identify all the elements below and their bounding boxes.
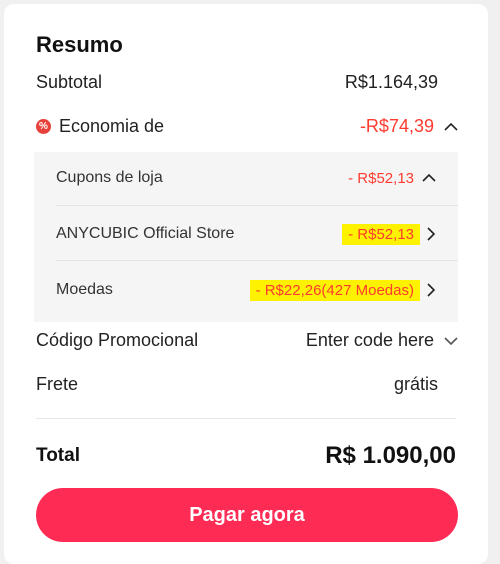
discount-badge-icon: % bbox=[36, 119, 51, 134]
subtotal-label: Subtotal bbox=[36, 72, 103, 92]
total-row: Total R$ 1.090,00 bbox=[36, 442, 456, 470]
chevron-right-icon[interactable] bbox=[426, 283, 436, 297]
frete-row: Frete grátis bbox=[36, 374, 438, 395]
moedas-label: Moedas bbox=[56, 281, 113, 298]
pay-now-button[interactable]: Pagar agora bbox=[36, 488, 458, 542]
breakdown-divider bbox=[56, 205, 458, 206]
promo-input[interactable]: Enter code here bbox=[306, 330, 458, 351]
economia-row[interactable]: % Economia de -R$74,39 bbox=[36, 116, 458, 137]
total-value: R$ 1.090,00 bbox=[325, 442, 456, 469]
economia-value: -R$74,39 bbox=[359, 116, 434, 136]
store-label: ANYCUBIC Official Store bbox=[56, 225, 235, 242]
total-divider bbox=[36, 418, 456, 419]
subtotal-value: R$1.164,39 bbox=[344, 72, 438, 92]
cupons-label: Cupons de loja bbox=[56, 169, 163, 186]
promo-label: Código Promocional bbox=[36, 330, 199, 350]
frete-value: grátis bbox=[393, 374, 438, 394]
economia-left: % Economia de bbox=[36, 116, 164, 137]
order-summary-card: Resumo Subtotal R$1.164,39 % Economia de… bbox=[4, 4, 488, 564]
moedas-value: - R$22,26(427 Moedas) bbox=[249, 279, 420, 301]
subtotal-row: Subtotal R$1.164,39 bbox=[36, 72, 438, 93]
cupons-row[interactable]: Cupons de loja - R$52,13 bbox=[56, 166, 436, 190]
store-coupon-row[interactable]: ANYCUBIC Official Store - R$52,13 bbox=[56, 222, 436, 246]
economia-breakdown-panel: Cupons de loja - R$52,13 ANYCUBIC Offici… bbox=[34, 152, 458, 322]
promo-placeholder[interactable]: Enter code here bbox=[306, 330, 434, 351]
moedas-row[interactable]: Moedas - R$22,26(427 Moedas) bbox=[56, 278, 436, 302]
cupons-right: - R$52,13 bbox=[348, 170, 436, 187]
moedas-right: - R$22,26(427 Moedas) bbox=[249, 279, 436, 301]
store-value: - R$52,13 bbox=[342, 223, 420, 245]
promo-code-row[interactable]: Código Promocional Enter code here bbox=[36, 330, 458, 351]
economia-label: Economia de bbox=[59, 116, 165, 136]
cupons-value: - R$52,13 bbox=[348, 169, 414, 187]
chevron-down-icon[interactable] bbox=[444, 336, 458, 346]
store-right: - R$52,13 bbox=[342, 223, 436, 245]
chevron-up-icon[interactable] bbox=[444, 122, 458, 132]
total-label: Total bbox=[36, 445, 80, 466]
breakdown-divider bbox=[56, 260, 458, 261]
economia-right: -R$74,39 bbox=[360, 116, 458, 137]
summary-title: Resumo bbox=[36, 32, 123, 57]
chevron-up-icon[interactable] bbox=[422, 173, 436, 183]
chevron-right-icon[interactable] bbox=[426, 227, 436, 241]
frete-label: Frete bbox=[36, 374, 79, 394]
